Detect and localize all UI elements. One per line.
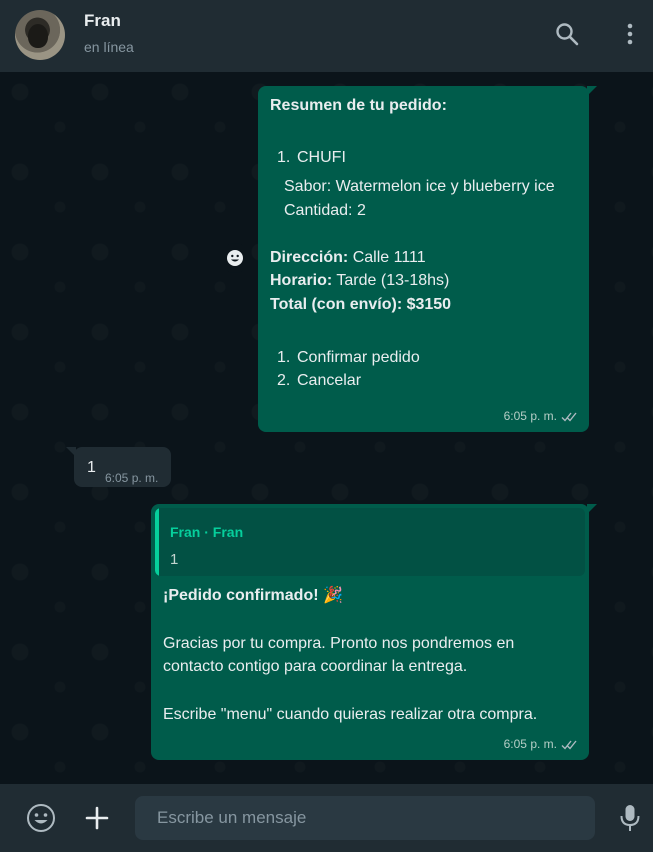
bubble-tail [587, 86, 597, 96]
message-order-summary[interactable]: Resumen de tu pedido: 1. CHUFI Sabor: Wa… [258, 86, 597, 432]
message-body-line: Escribe "menu" cuando quieras realizar o… [163, 706, 538, 723]
message-composer [0, 784, 653, 852]
message-body-line: contacto contigo para coordinar la entre… [163, 658, 468, 675]
schedule-value: Tarde (13-18hs) [332, 272, 450, 289]
message-time: 6:05 p. m. [105, 471, 159, 485]
avatar[interactable] [15, 10, 65, 60]
quote-bar [155, 508, 159, 576]
quote-text: 1 [170, 551, 179, 568]
message-input[interactable] [135, 796, 595, 840]
message-time: 6:05 p. m. [503, 737, 557, 751]
schedule-label: Horario: [270, 272, 333, 289]
address-value: Calle 1111 [348, 249, 426, 266]
bubble-tail [66, 447, 76, 457]
address-label: Dirección: [270, 249, 349, 266]
bubble-tail [587, 504, 597, 514]
message-incoming[interactable]: 1 6:05 p. m. [66, 447, 171, 490]
message-body-line: Gracias por tu compra. Pronto nos pondre… [163, 635, 515, 652]
double-check-icon [561, 740, 577, 750]
message-time: 6:05 p. m. [503, 409, 557, 423]
flavor-line: Sabor: Watermelon ice y blueberry ice [284, 178, 555, 195]
mic-icon[interactable] [613, 801, 647, 835]
schedule-line: Horario: Tarde (13-18hs) [270, 269, 449, 292]
quantity-line: Cantidad: 2 [284, 202, 366, 219]
message-meta: 6:05 p. m. [504, 733, 579, 756]
option-label: Cancelar [297, 372, 362, 389]
emoji-icon [227, 250, 243, 266]
message-title: Resumen de tu pedido: [270, 97, 447, 114]
item-name: CHUFI [297, 149, 346, 166]
reaction-button[interactable] [220, 243, 250, 273]
item-number: 1. [277, 149, 291, 166]
message-order-confirmed[interactable]: Fran · Fran 1 ¡Pedido confirmado! 🎉 Grac… [151, 504, 597, 760]
message-meta: 6:05 p. m. [105, 467, 158, 490]
message-title: ¡Pedido confirmado! 🎉 [163, 587, 343, 604]
option-number: 1. [277, 349, 291, 366]
double-check-icon [561, 412, 577, 422]
total-line: Total (con envío): $3150 [270, 296, 452, 313]
chat-header: Fran en línea [0, 0, 653, 72]
option-label: Confirmar pedido [297, 349, 420, 366]
quoted-message[interactable]: Fran · Fran 1 [155, 508, 585, 576]
search-icon[interactable] [553, 20, 581, 48]
address-line: Dirección: Calle 1111 [270, 246, 426, 269]
message-meta: 6:05 p. m. [504, 405, 579, 428]
menu-icon[interactable] [616, 20, 644, 48]
quote-author: Fran · Fran [170, 524, 244, 540]
option-number: 2. [277, 372, 291, 389]
contact-name[interactable]: Fran [84, 11, 121, 31]
emoji-icon[interactable] [24, 801, 58, 835]
message-text: 1 [87, 459, 96, 476]
plus-icon[interactable] [80, 801, 114, 835]
contact-status: en línea [84, 39, 134, 55]
